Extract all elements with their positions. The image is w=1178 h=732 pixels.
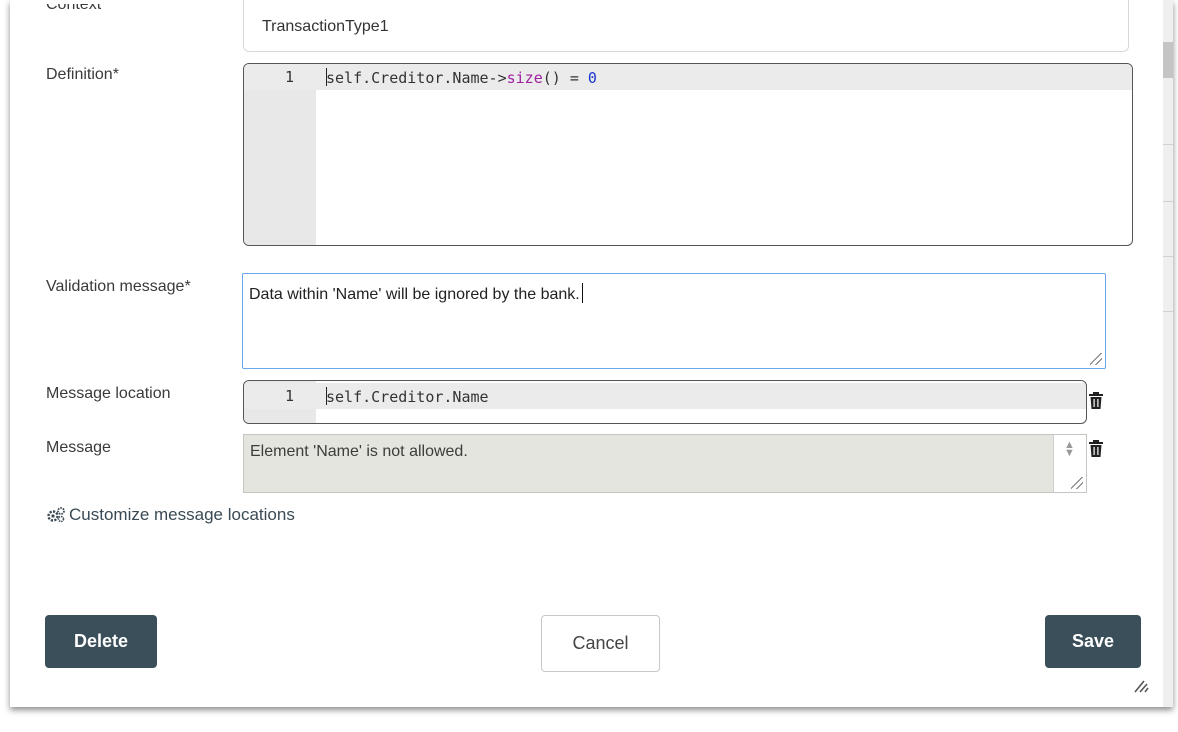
definition-label: Definition* — [46, 66, 119, 83]
message-field-side: ▲ ▼ — [1053, 435, 1086, 492]
cancel-button[interactable]: Cancel — [541, 615, 660, 672]
rule-edit-dialog: Context TransactionType1 Definition* 1 s… — [10, 0, 1173, 707]
code-number: 0 — [587, 69, 597, 87]
scrollbar[interactable] — [1163, 0, 1173, 707]
delete-button[interactable]: Delete — [45, 615, 157, 668]
message-location-code-text: self.Creditor.Name — [326, 387, 489, 406]
rail-divider — [1163, 144, 1173, 145]
message-location-label: Message location — [46, 385, 171, 402]
customize-link-label: Customize message locations — [69, 505, 295, 524]
message-field[interactable]: Element 'Name' is not allowed. ▲ ▼ — [243, 434, 1087, 493]
text-cursor — [581, 283, 583, 303]
rail-divider — [1163, 311, 1173, 312]
context-label: Context — [46, 0, 102, 13]
code-prefix: self.Creditor.Name-> — [326, 69, 507, 87]
resize-grip-icon[interactable] — [1090, 353, 1102, 365]
scrollbar-thumb[interactable] — [1163, 42, 1173, 78]
message-location-code-editor[interactable]: 1 self.Creditor.Name — [243, 380, 1087, 424]
definition-line-number: 1 — [284, 68, 294, 86]
rail-divider — [1163, 201, 1173, 202]
customize-message-locations-link[interactable]: Customize message locations — [46, 505, 295, 525]
resize-grip-icon[interactable] — [1071, 477, 1083, 489]
message-location-line-number: 1 — [284, 387, 294, 405]
definition-code-line: 1 self.Creditor.Name->size() = 0 — [244, 64, 1132, 90]
message-location-code-line: 1 self.Creditor.Name — [244, 383, 1086, 409]
message-text: Element 'Name' is not allowed. — [250, 443, 468, 460]
validation-message-text: Data within 'Name' will be ignored by th… — [249, 286, 580, 303]
trash-icon[interactable] — [1089, 392, 1103, 409]
definition-gutter — [244, 64, 316, 245]
definition-code-editor[interactable]: 1 self.Creditor.Name->size() = 0 — [243, 63, 1133, 246]
message-location-code: self.Creditor.Name — [326, 388, 489, 406]
save-button[interactable]: Save — [1045, 615, 1141, 668]
message-label: Message — [46, 439, 111, 456]
validation-message-textarea[interactable]: Data within 'Name' will be ignored by th… — [242, 273, 1106, 369]
definition-code-text: self.Creditor.Name->size() = 0 — [326, 68, 597, 87]
validation-message-label: Validation message* — [46, 278, 191, 295]
dialog-resize-icon[interactable] — [1132, 678, 1150, 694]
rail-divider — [1163, 256, 1173, 257]
code-keyword: size — [506, 69, 543, 87]
stepper-icon[interactable]: ▲ ▼ — [1064, 440, 1075, 459]
code-mid: () = — [542, 69, 588, 87]
gears-icon — [46, 507, 66, 523]
context-field[interactable]: TransactionType1 — [243, 0, 1129, 52]
trash-icon[interactable] — [1089, 440, 1103, 457]
